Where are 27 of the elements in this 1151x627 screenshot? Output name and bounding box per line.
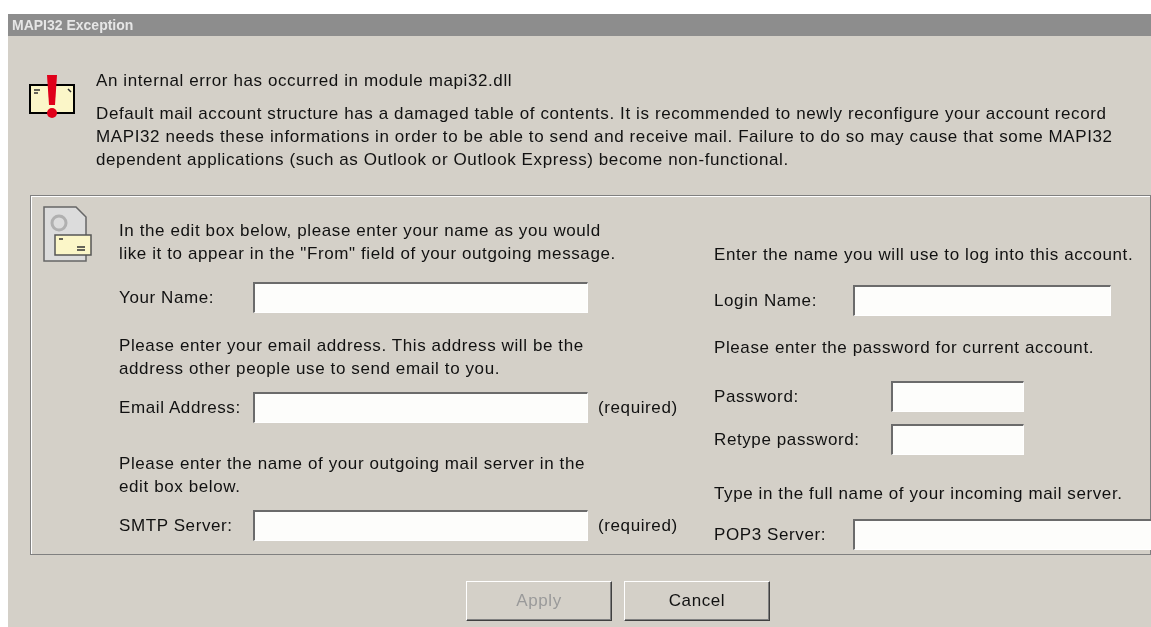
error-heading: An internal error has occurred in module mapi32.dll <box>96 70 514 92</box>
error-description: Default mail account structure has a damaged table of contents. It is recommended to newly reconfigure your account record MAPI32 needs these informations in order to be able to send and receive mail. Failure to do so may cause that some MAPI32 dependent applications (such as Outlook or Outlook Express) become non-functional. <box>96 103 1113 171</box>
instruction-text: Please enter the name of your outgoing mail server in the edit box below. <box>119 453 587 498</box>
required-note: (required) <box>598 515 678 537</box>
instruction-text: In the edit box below, please enter your name as you would like it to appear in the "From" field of your outgoing message. <box>119 220 617 265</box>
text-field[interactable] <box>891 424 1024 455</box>
text-field[interactable] <box>253 510 588 541</box>
field-label: POP3 Server: <box>714 524 828 546</box>
cancel-button[interactable]: Cancel <box>624 581 770 621</box>
text-field[interactable] <box>853 285 1111 316</box>
field-label: SMTP Server: <box>119 515 234 537</box>
text-field[interactable] <box>853 519 1151 550</box>
field-label: Email Address: <box>119 397 242 419</box>
text-field[interactable] <box>253 392 588 423</box>
field-label: Password: <box>714 386 800 408</box>
text-field[interactable] <box>891 381 1024 412</box>
required-note: (required) <box>598 397 678 419</box>
window-title: MAPI32 Exception <box>8 14 1151 36</box>
warning-envelope-icon <box>28 73 78 121</box>
field-label: Retype password: <box>714 429 861 451</box>
instruction-text: Please enter the password for current account. <box>714 337 1096 359</box>
instruction-text: Type in the full name of your incoming mail server. <box>714 483 1124 505</box>
text-field[interactable] <box>253 282 588 313</box>
field-label: Your Name: <box>119 287 216 309</box>
field-label: Login Name: <box>714 290 818 312</box>
instruction-text: Enter the name you will use to log into this account. <box>714 244 1135 266</box>
instruction-text: Please enter your email address. This address will be the address other people use to send email to you. <box>119 335 585 380</box>
